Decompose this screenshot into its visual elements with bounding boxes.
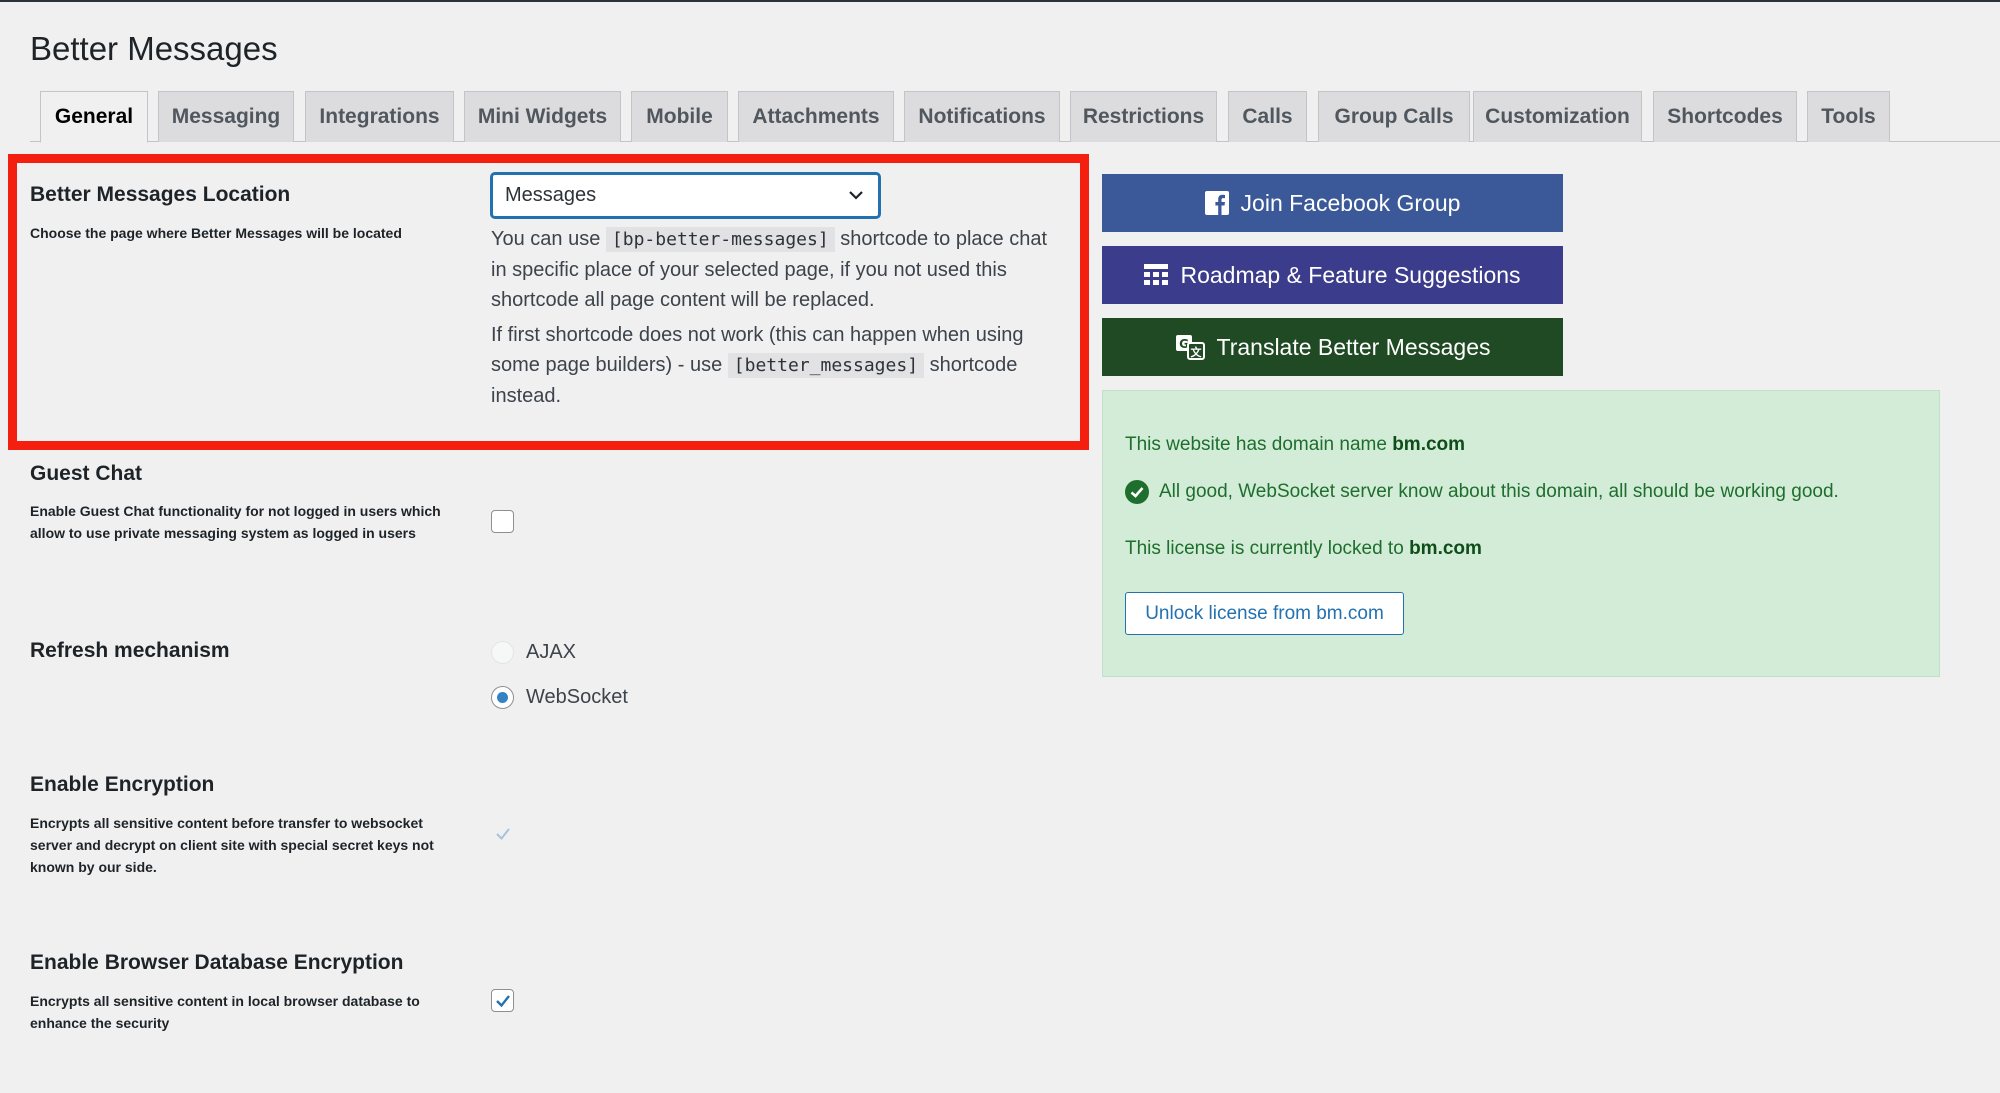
chevron-down-icon <box>849 191 863 200</box>
join-facebook-button[interactable]: Join Facebook Group <box>1102 174 1563 232</box>
tab-customization[interactable]: Customization <box>1473 91 1642 142</box>
location-description: Choose the page where Better Messages wi… <box>30 225 402 241</box>
tab-notifications[interactable]: Notifications <box>904 91 1060 142</box>
settings-tabs: General Messaging Integrations Mini Widg… <box>0 90 2000 143</box>
tab-tools[interactable]: Tools <box>1807 91 1890 142</box>
unlock-license-button[interactable]: Unlock license from bm.com <box>1125 592 1404 635</box>
tab-mobile[interactable]: Mobile <box>631 91 728 142</box>
page-title: Better Messages <box>30 30 278 67</box>
tab-calls[interactable]: Calls <box>1228 91 1307 142</box>
guest-chat-checkbox[interactable] <box>491 510 514 533</box>
license-lock-text: This license is currently locked to <box>1125 538 1410 559</box>
help-text: You can use <box>491 228 606 250</box>
radio-ajax[interactable] <box>491 641 514 664</box>
license-lock-info: This license is currently locked to bm.c… <box>1125 538 1482 560</box>
tab-attachments[interactable]: Attachments <box>738 91 894 142</box>
radio-ajax-label: AJAX <box>526 641 577 663</box>
domain-name: bm.com <box>1392 434 1466 455</box>
top-border <box>0 0 2000 2</box>
tab-restrictions[interactable]: Restrictions <box>1070 91 1217 142</box>
checkmark-icon <box>496 828 510 841</box>
guest-chat-label: Guest Chat <box>30 462 143 485</box>
checkmark-icon <box>496 995 510 1008</box>
shortcode-bp-better-messages: [bp-better-messages] <box>605 227 835 252</box>
encryption-description: Encrypts all sensitive content before tr… <box>30 815 434 875</box>
db-encryption-description: Encrypts all sensitive content in local … <box>30 993 420 1031</box>
join-facebook-label: Join Facebook Group <box>1240 189 1461 216</box>
translate-button[interactable]: G 文 Translate Better Messages <box>1102 318 1563 376</box>
radio-websocket-label: WebSocket <box>526 686 628 708</box>
encryption-checkbox[interactable] <box>491 822 514 845</box>
radio-websocket[interactable] <box>491 686 514 709</box>
websocket-status: All good, WebSocket server know about th… <box>1125 480 1839 504</box>
roadmap-button[interactable]: Roadmap & Feature Suggestions <box>1102 246 1563 304</box>
tab-shortcodes[interactable]: Shortcodes <box>1653 91 1797 142</box>
facebook-icon <box>1204 191 1229 215</box>
roadmap-icon <box>1144 264 1169 285</box>
locked-domain: bm.com <box>1409 538 1482 559</box>
check-circle-icon <box>1125 480 1149 504</box>
tab-group-calls[interactable]: Group Calls <box>1318 91 1470 142</box>
tab-mini-widgets[interactable]: Mini Widgets <box>464 91 621 142</box>
guest-chat-description: Enable Guest Chat functionality for not … <box>30 503 441 541</box>
roadmap-label: Roadmap & Feature Suggestions <box>1180 261 1521 288</box>
translate-label: Translate Better Messages <box>1216 333 1491 360</box>
translate-icon: G 文 <box>1175 335 1205 360</box>
license-info-panel: This website has domain name bm.com All … <box>1102 390 1940 677</box>
db-encryption-checkbox[interactable] <box>491 989 514 1012</box>
domain-info: This website has domain name bm.com <box>1125 434 1465 456</box>
db-encryption-label: Enable Browser Database Encryption <box>30 951 404 974</box>
location-help-2: If first shortcode does not work (this c… <box>491 320 1061 411</box>
refresh-label: Refresh mechanism <box>30 639 230 662</box>
websocket-status-text: All good, WebSocket server know about th… <box>1159 481 1839 502</box>
tab-integrations[interactable]: Integrations <box>305 91 454 142</box>
location-help-1: You can use [bp-better-messages] shortco… <box>491 224 1061 315</box>
encryption-label: Enable Encryption <box>30 773 215 796</box>
radio-selected-dot <box>496 691 508 703</box>
location-label: Better Messages Location <box>30 183 291 206</box>
tab-messaging[interactable]: Messaging <box>158 91 294 142</box>
location-select-value: Messages <box>505 184 597 206</box>
tab-general[interactable]: General <box>40 91 148 143</box>
location-select[interactable]: Messages <box>491 173 880 218</box>
shortcode-better-messages: [better_messages] <box>727 353 925 378</box>
domain-info-text: This website has domain name <box>1125 434 1393 455</box>
svg-text:文: 文 <box>1190 345 1202 359</box>
